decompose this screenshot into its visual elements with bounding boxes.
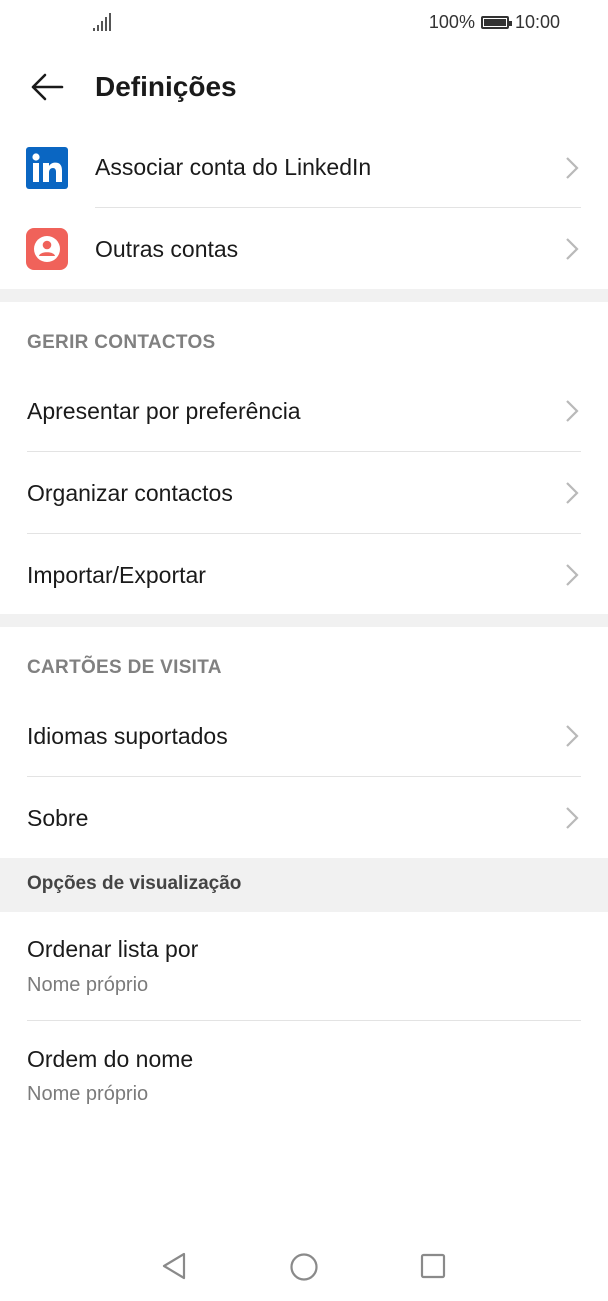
linkedin-icon xyxy=(26,147,68,189)
arrow-left-icon xyxy=(31,73,64,101)
section-gap xyxy=(0,614,608,627)
divider xyxy=(27,1020,581,1021)
account-icon xyxy=(26,228,68,270)
chevron-right-icon xyxy=(566,807,579,829)
display-preference-row[interactable]: Apresentar por preferência xyxy=(0,371,608,451)
supported-languages-row[interactable]: Idiomas suportados xyxy=(0,696,608,776)
nav-back-icon[interactable] xyxy=(160,1251,188,1281)
other-accounts-row[interactable]: Outras contas xyxy=(0,209,608,289)
sort-list-row[interactable]: Ordenar lista por Nome próprio xyxy=(0,912,608,1020)
navigation-bar xyxy=(0,1231,608,1301)
row-label: Idiomas suportados xyxy=(27,723,228,749)
chevron-right-icon xyxy=(566,238,579,260)
chevron-right-icon xyxy=(566,564,579,586)
linkedin-label: Associar conta do LinkedIn xyxy=(95,154,372,180)
row-label: Sobre xyxy=(27,805,89,831)
section-title-business-cards: CARTÕES DE VISITA xyxy=(27,657,222,678)
clock: 10:00 xyxy=(514,12,560,32)
row-label: Ordenar lista por xyxy=(27,936,199,962)
row-label: Importar/Exportar xyxy=(27,562,206,588)
battery-icon xyxy=(480,16,512,29)
section-title-manage-contacts: GERIR CONTACTOS xyxy=(27,332,216,353)
chevron-right-icon xyxy=(566,400,579,422)
divider xyxy=(27,776,581,777)
chevron-right-icon xyxy=(566,157,579,179)
import-export-row[interactable]: Importar/Exportar xyxy=(0,535,608,615)
page-title: Definições xyxy=(95,71,237,102)
chevron-right-icon xyxy=(566,482,579,504)
organize-contacts-row[interactable]: Organizar contactos xyxy=(0,453,608,533)
display-options-header: Opções de visualização xyxy=(0,858,608,912)
row-value: Nome próprio xyxy=(27,1083,149,1105)
linkedin-row[interactable]: Associar conta do LinkedIn xyxy=(0,128,608,208)
row-value: Nome próprio xyxy=(27,974,149,996)
divider xyxy=(27,451,581,452)
name-order-row[interactable]: Ordem do nome Nome próprio xyxy=(0,1022,608,1130)
section-gap xyxy=(0,289,608,302)
section-title-display-options: Opções de visualização xyxy=(27,873,242,894)
divider xyxy=(27,533,581,534)
app-bar: Definições xyxy=(0,50,608,126)
row-label: Ordem do nome xyxy=(27,1046,194,1072)
battery-percent: 100% xyxy=(428,12,475,32)
nav-recents-icon[interactable] xyxy=(420,1253,446,1279)
signal-icon xyxy=(93,13,111,31)
about-row[interactable]: Sobre xyxy=(0,778,608,858)
nav-home-icon[interactable] xyxy=(289,1252,319,1282)
chevron-right-icon xyxy=(566,725,579,747)
other-accounts-label: Outras contas xyxy=(95,236,239,262)
status-bar: 100% 10:00 xyxy=(0,0,608,44)
back-button[interactable] xyxy=(24,64,70,110)
row-label: Organizar contactos xyxy=(27,480,233,506)
row-label: Apresentar por preferência xyxy=(27,398,301,424)
divider xyxy=(95,207,581,208)
